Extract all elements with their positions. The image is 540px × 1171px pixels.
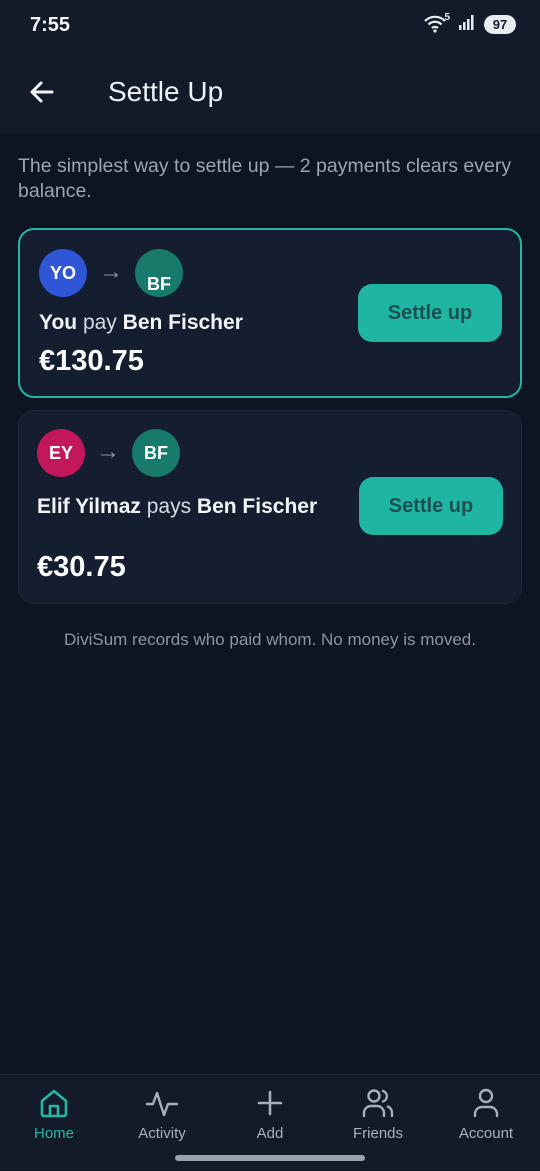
arrow-right-icon: → — [99, 258, 123, 285]
nav-item-account[interactable]: Account — [432, 1075, 540, 1171]
battery-icon: 97 — [484, 15, 516, 34]
status-bar: 7:55 5 97 — [0, 0, 540, 50]
nav-label: Activity — [138, 1125, 186, 1142]
payment-verb: pays — [146, 495, 192, 518]
intro-text: The simplest way to settle up — 2 paymen… — [18, 155, 512, 202]
payer-line: You pay Ben Fischer — [39, 311, 243, 335]
payer-name: Elif Yilmaz — [37, 495, 141, 518]
avatar-initials: YO — [49, 262, 76, 283]
arrow-left-icon — [30, 81, 54, 103]
payer-line: Elif Yilmaz pays Ben Fischer — [37, 495, 317, 519]
nav-label: Home — [33, 1125, 74, 1142]
signal-icon — [458, 13, 476, 36]
nav-item-home[interactable]: Home — [0, 1075, 108, 1171]
avatar: YO — [39, 249, 87, 297]
wifi-label: 5 — [444, 11, 450, 23]
nav-label: Add — [256, 1125, 284, 1142]
settle-up-button[interactable]: Settle up — [359, 477, 503, 535]
nav-label: Account — [458, 1125, 514, 1142]
footnote: DiviSum records who paid whom. No money … — [64, 630, 476, 649]
settle-up-button[interactable]: Settle up — [358, 284, 502, 342]
avatar-initials: BF — [144, 442, 168, 463]
avatar: BF — [132, 429, 180, 477]
avatar: EY — [37, 429, 85, 477]
activity-icon — [145, 1091, 179, 1117]
payee-name: Ben Fischer — [122, 311, 243, 334]
arrow-right-icon: → — [96, 438, 120, 465]
back-button[interactable] — [24, 74, 60, 110]
payer-name: You — [39, 311, 78, 334]
plus-icon — [257, 1090, 283, 1116]
payee-name: Ben Fischer — [196, 495, 318, 518]
avatar: BF — [135, 249, 183, 297]
payment-amount: €130.75 — [39, 345, 144, 377]
avatar-initials: EY — [48, 442, 73, 463]
payment-verb: pay — [82, 311, 117, 334]
home-indicator — [175, 1155, 365, 1161]
payment-card: YO → BF You pay Ben Fischer €130.75 Sett… — [18, 228, 522, 398]
avatar-initials: BF — [147, 274, 171, 294]
status-time: 7:55 — [30, 14, 71, 36]
account-icon — [473, 1088, 499, 1118]
payment-card: EY → BF Elif Yilmaz pays Ben Fischer €30… — [18, 410, 522, 604]
status-icons: 5 97 — [424, 11, 516, 36]
wifi-icon: 5 — [424, 11, 450, 35]
home-icon — [40, 1089, 68, 1118]
payment-amount: €30.75 — [37, 551, 126, 583]
friends-icon — [362, 1089, 394, 1118]
page-title: Settle Up — [108, 76, 224, 107]
nav-label: Friends — [352, 1125, 404, 1142]
app-bar: Settle Up — [0, 50, 540, 134]
